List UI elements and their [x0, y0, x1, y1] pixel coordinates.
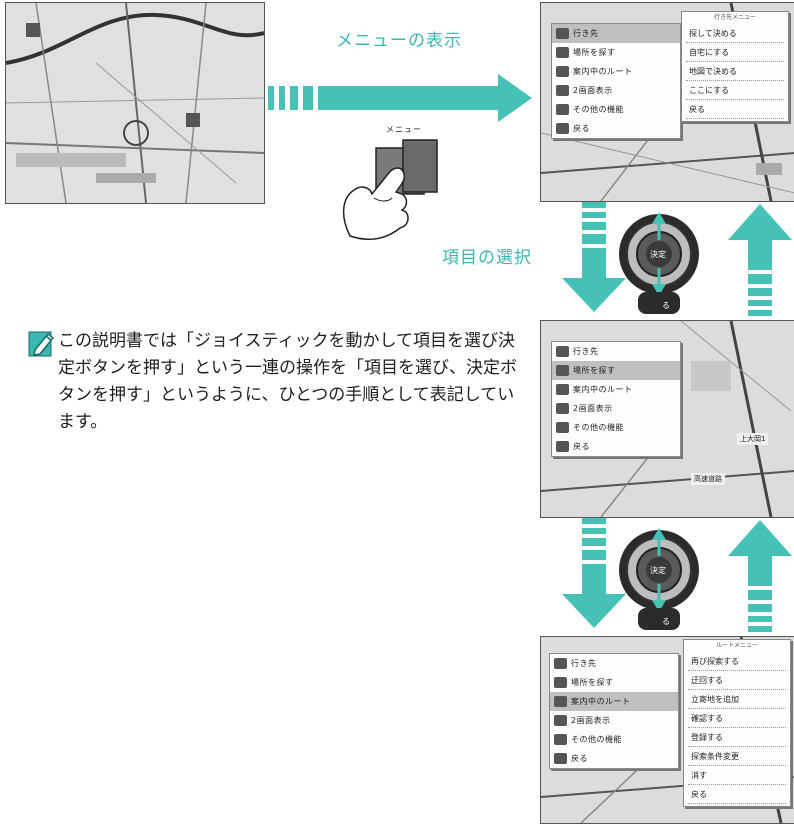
sub-menu-item[interactable]: 再び探索する	[688, 654, 786, 671]
sub-menu-item[interactable]: 自宅にする	[686, 45, 784, 62]
map-label: 上大岡1	[737, 433, 769, 445]
menu-item-destination[interactable]: 行き先	[552, 24, 680, 43]
menu-item-back[interactable]: 戻る	[552, 437, 680, 456]
route-icon	[556, 384, 569, 395]
menu-item-back[interactable]: 戻る	[552, 119, 680, 138]
main-menu: 行き先 場所を探す 案内中のルート 2画面表示 その他の機能 戻る	[549, 653, 679, 769]
flag-icon	[556, 28, 569, 39]
sub-menu-header: ルートメニュー	[715, 642, 758, 649]
joystick-icon	[619, 212, 699, 314]
dual-screen-icon	[556, 403, 569, 414]
menu-item-search[interactable]: 場所を探す	[552, 361, 680, 380]
screen-item-selected: 行き先 場所を探す 案内中のルート 2画面表示 その他の機能 戻る 高速道路 上…	[540, 320, 794, 518]
route-icon	[554, 696, 567, 707]
joystick: 決定 る	[616, 204, 702, 316]
note-text: この説明書では「ジョイスティックを動かして項目を選び決定ボタンを押す」という一連…	[58, 331, 517, 432]
back-icon	[554, 753, 567, 764]
menu-item-other[interactable]: その他の機能	[552, 100, 680, 119]
sub-menu-item[interactable]: 探索条件変更	[688, 749, 786, 766]
sub-menu-item[interactable]: 迂回する	[688, 673, 786, 690]
right-arrow-icon	[268, 74, 532, 122]
flag-icon	[556, 346, 569, 357]
sub-menu-item[interactable]: 立寄地を追加	[688, 692, 786, 709]
search-icon	[556, 47, 569, 58]
sub-menu-item[interactable]: 消す	[688, 768, 786, 785]
menu-item-destination[interactable]: 行き先	[550, 654, 678, 673]
joystick-icon	[619, 528, 699, 630]
menu-item-other[interactable]: その他の機能	[552, 418, 680, 437]
hand-pressing-button-icon	[342, 139, 438, 240]
instruction-note: この説明書では「ジョイスティックを動かして項目を選び決定ボタンを押す」という一連…	[28, 328, 523, 436]
back-button-label: る	[662, 617, 670, 626]
menu-item-search[interactable]: 場所を探す	[552, 43, 680, 62]
menu-item-search[interactable]: 場所を探す	[550, 673, 678, 692]
sub-menu: ルートメニュー 再び探索する 迂回する 立寄地を追加 確認する 登録する 探索条…	[683, 639, 791, 807]
menu-item-dual-screen[interactable]: 2画面表示	[552, 81, 680, 100]
sub-menu-item[interactable]: 地図で決める	[686, 64, 784, 81]
menu-item-route[interactable]: 案内中のルート	[552, 380, 680, 399]
search-icon	[556, 365, 569, 376]
tool-icon	[556, 104, 569, 115]
menu-item-route[interactable]: 案内中のルート	[550, 692, 678, 711]
tool-icon	[554, 734, 567, 745]
back-button-label: る	[662, 301, 670, 310]
main-menu: 行き先 場所を探す 案内中のルート 2画面表示 その他の機能 戻る	[551, 23, 681, 139]
menu-item-dual-screen[interactable]: 2画面表示	[550, 711, 678, 730]
menu-item-dual-screen[interactable]: 2画面表示	[552, 399, 680, 418]
menu-item-route[interactable]: 案内中のルート	[552, 62, 680, 81]
map-label: 高速道路	[691, 473, 725, 485]
ketei-button-label: 決定	[650, 566, 666, 575]
sub-menu-item[interactable]: 登録する	[688, 730, 786, 747]
sub-menu-header: 行き先メニュー	[713, 14, 756, 21]
menu-display-label: メニューの表示	[336, 31, 462, 51]
dual-screen-icon	[556, 85, 569, 96]
menu-item-destination[interactable]: 行き先	[552, 342, 680, 361]
main-menu: 行き先 場所を探す 案内中のルート 2画面表示 その他の機能 戻る	[551, 341, 681, 457]
route-icon	[556, 66, 569, 77]
menu-item-back[interactable]: 戻る	[550, 749, 678, 768]
dual-screen-icon	[554, 715, 567, 726]
sub-menu-item[interactable]: ここにする	[686, 83, 784, 100]
menu-button-label: メニュー	[386, 125, 422, 134]
ketei-button-label: 決定	[650, 250, 666, 259]
menu-item-other[interactable]: その他の機能	[550, 730, 678, 749]
screen-route-menu: 行き先 場所を探す 案内中のルート 2画面表示 その他の機能 戻る ルートメニュ…	[540, 636, 794, 824]
sub-menu-item[interactable]: 戻る	[686, 102, 784, 119]
joystick: 決定 る	[616, 520, 702, 632]
back-icon	[556, 441, 569, 452]
tool-icon	[556, 422, 569, 433]
sub-menu-item[interactable]: 戻る	[688, 787, 786, 804]
map-thumbnail	[5, 2, 265, 204]
map-lines	[6, 3, 264, 203]
item-select-label: 項目の選択	[442, 248, 532, 268]
sub-menu: 行き先メニュー 探して決める 自宅にする 地図で決める ここにする 戻る	[681, 11, 789, 122]
back-icon	[556, 123, 569, 134]
pencil-note-icon	[28, 331, 55, 357]
search-icon	[554, 677, 567, 688]
sub-menu-item[interactable]: 探して決める	[686, 26, 784, 43]
screen-menu-open: 行き先 場所を探す 案内中のルート 2画面表示 その他の機能 戻る 行き先メニュ…	[540, 2, 794, 202]
sub-menu-item[interactable]: 確認する	[688, 711, 786, 728]
flag-icon	[554, 658, 567, 669]
